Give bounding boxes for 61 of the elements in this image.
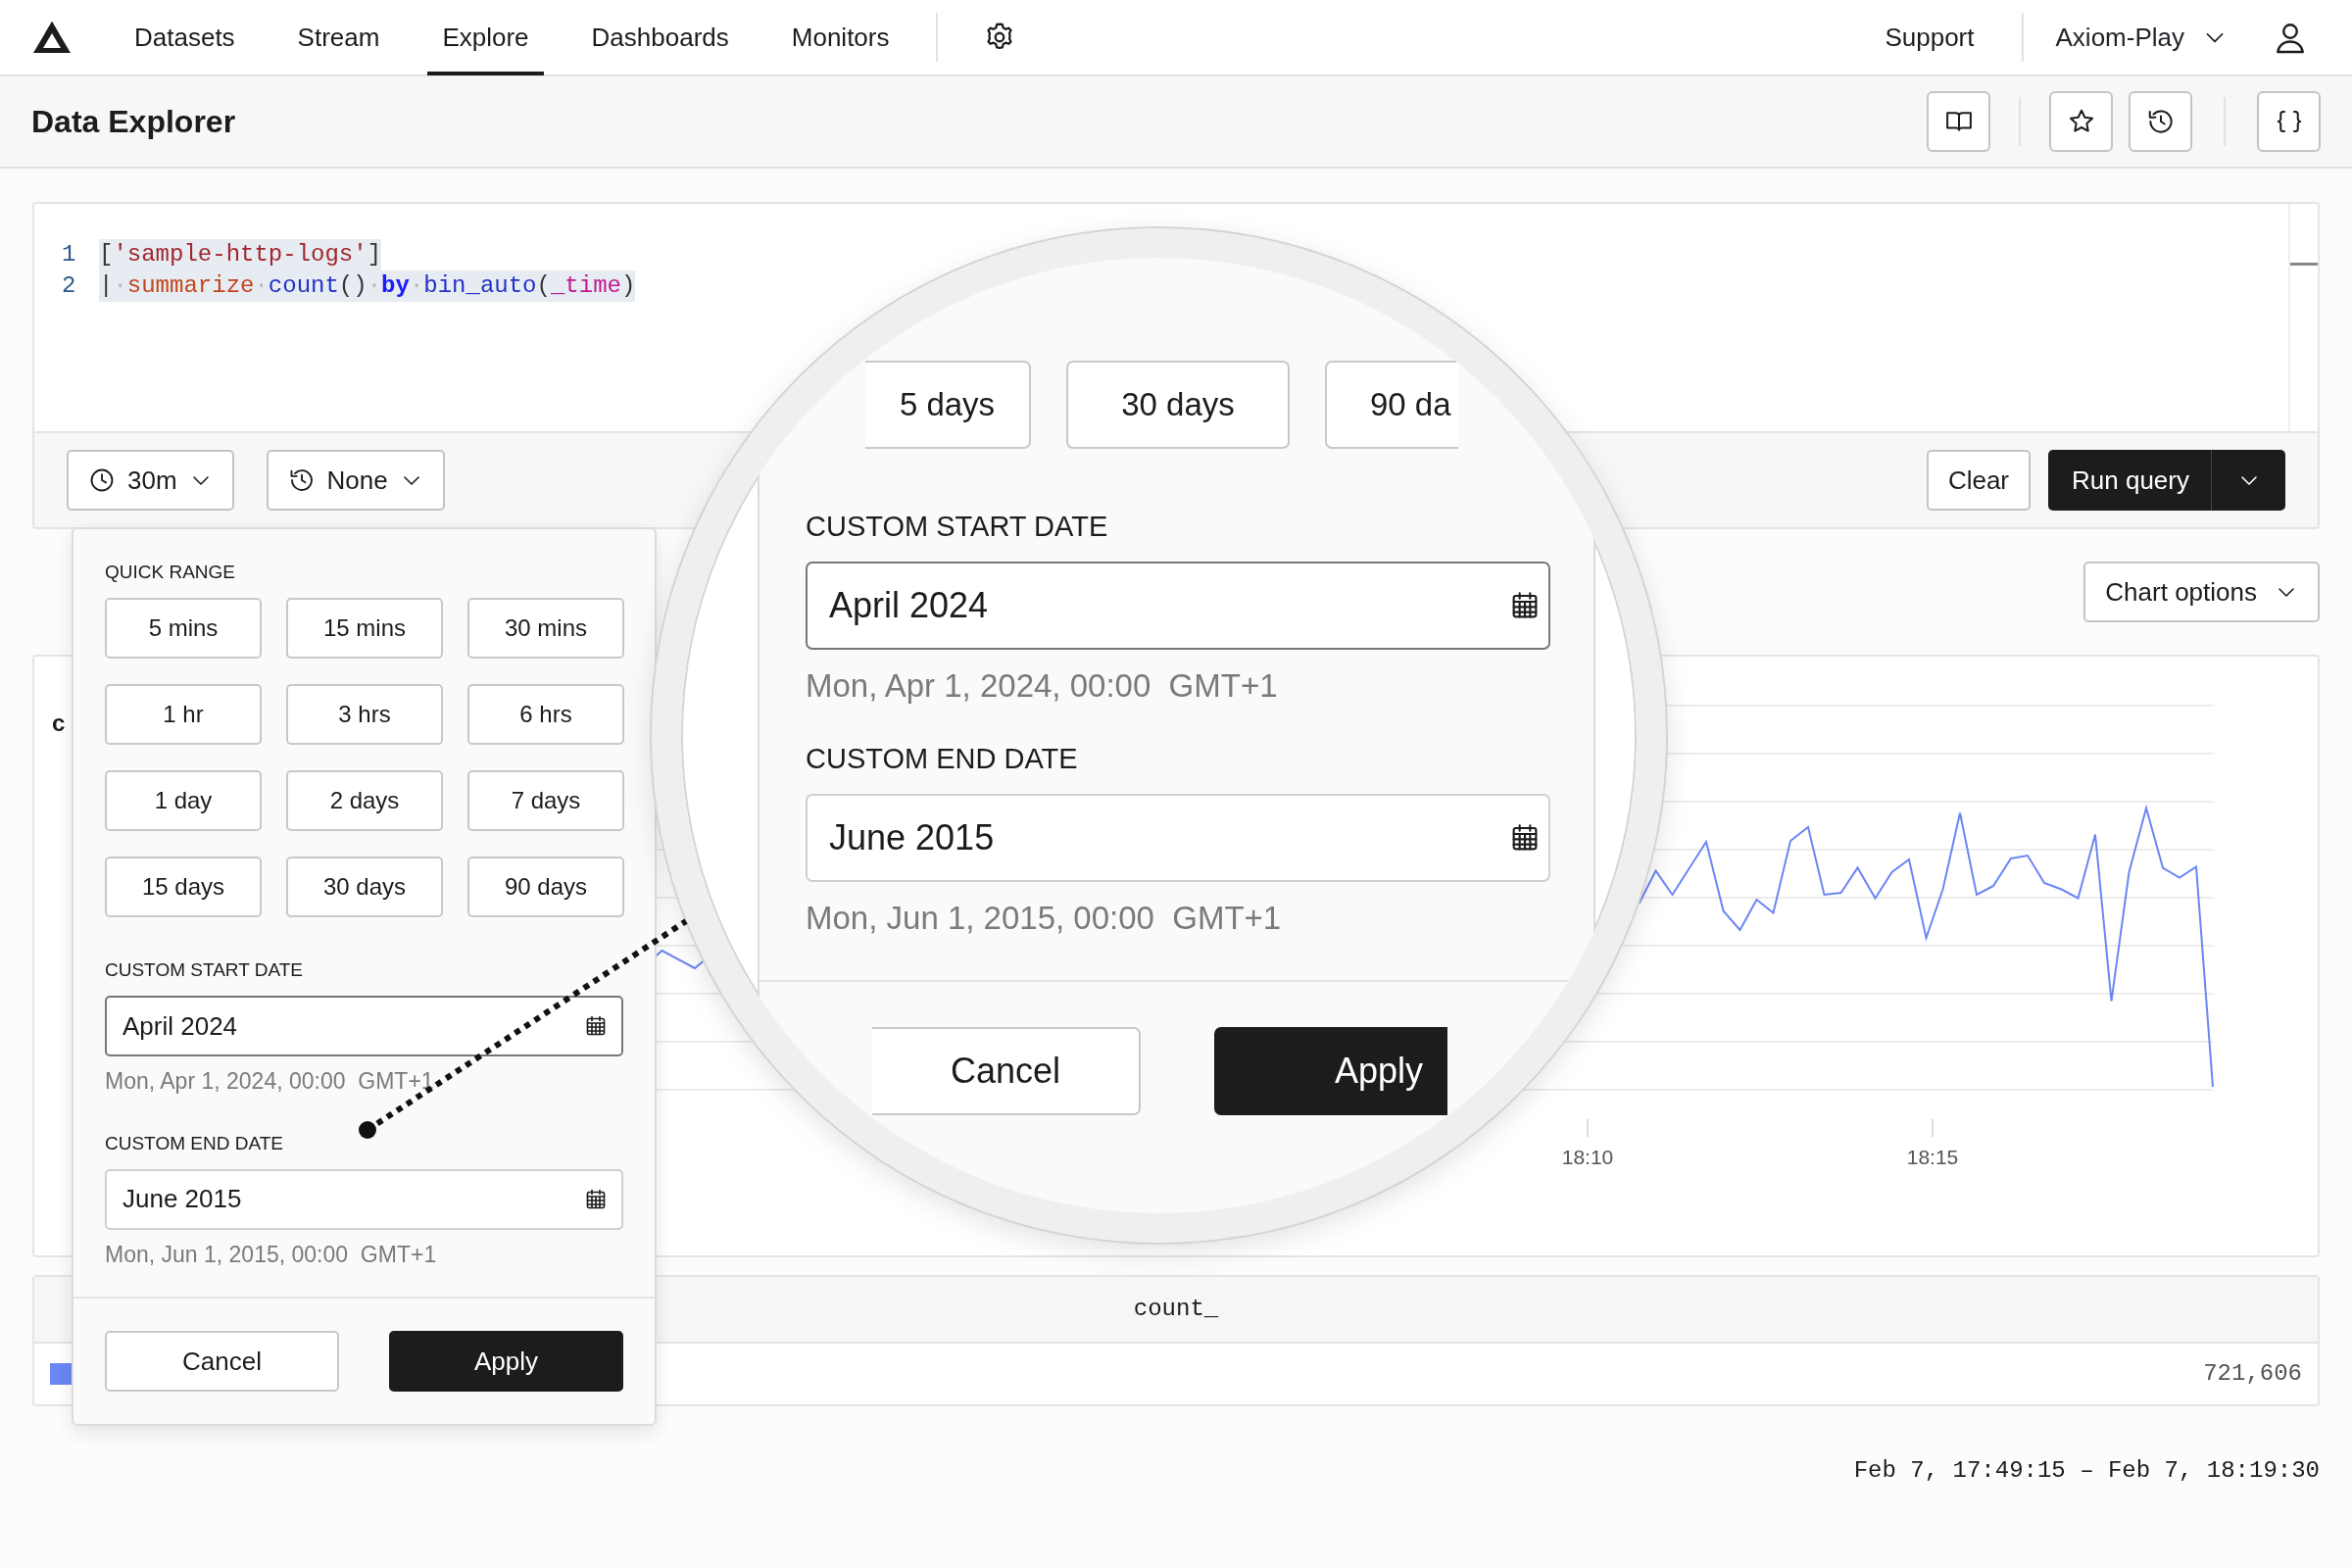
quick-range-button[interactable]: 2 days bbox=[286, 770, 443, 831]
column-header: count_ bbox=[1133, 1295, 1219, 1324]
time-range-text: Feb 7, 17:49:15 – Feb 7, 18:19:30 bbox=[1852, 1456, 2320, 1486]
page-title: Data Explorer bbox=[31, 103, 236, 141]
date-field[interactable]: April 2024 bbox=[105, 996, 623, 1056]
chart-options-dropdown[interactable]: Chart options bbox=[2083, 562, 2320, 622]
date-hint: Mon, Jun 1, 2015, 00:00 GMT+1 bbox=[105, 1240, 438, 1269]
support-link[interactable]: Support bbox=[1870, 0, 1989, 75]
run-query-button[interactable]: Run query bbox=[2048, 450, 2285, 511]
chart-title: c bbox=[52, 709, 66, 738]
date-field[interactable]: June 2015 bbox=[105, 1168, 623, 1230]
quick-range-button[interactable]: 15 mins bbox=[286, 598, 443, 659]
field-label: CUSTOM END DATE bbox=[105, 1131, 284, 1155]
date-field[interactable]: April 2024 bbox=[806, 562, 1550, 650]
date-field[interactable]: June 2015 bbox=[806, 794, 1550, 882]
section-label: QUICK RANGE bbox=[105, 561, 237, 584]
apply-button[interactable]: Apply bbox=[389, 1331, 623, 1392]
calendar-icon bbox=[584, 1014, 608, 1038]
history-button[interactable] bbox=[2129, 91, 2192, 152]
field-label: CUSTOM START DATE bbox=[105, 958, 304, 982]
line-number: 2 bbox=[62, 271, 77, 301]
quick-range-button[interactable]: 15 days bbox=[105, 857, 262, 917]
quick-range-button[interactable]: 5 mins bbox=[105, 598, 262, 659]
quick-range-button[interactable]: 30 days bbox=[286, 857, 443, 917]
cancel-button[interactable]: Cancel bbox=[872, 1027, 1141, 1115]
quick-range-button[interactable]: 7 days bbox=[467, 770, 624, 831]
cancel-button[interactable]: Cancel bbox=[105, 1331, 339, 1392]
nav-tab[interactable]: Datasets bbox=[120, 0, 250, 75]
field-label: CUSTOM START DATE bbox=[806, 510, 1108, 543]
nav-tab[interactable]: Dashboards bbox=[576, 0, 744, 75]
quick-range-button[interactable]: 90 days bbox=[467, 857, 624, 917]
axis-label: 18:10 bbox=[1561, 1145, 1614, 1170]
logo-icon[interactable] bbox=[32, 21, 72, 54]
time-range-dropdown[interactable]: 30m bbox=[67, 450, 234, 511]
line-number: 1 bbox=[62, 240, 77, 270]
workspace-dropdown[interactable]: Axiom-Play bbox=[2055, 18, 2228, 57]
clear-button[interactable]: Clear bbox=[1926, 450, 2032, 511]
apply-button[interactable]: Apply bbox=[1214, 1027, 1447, 1115]
calendar-icon bbox=[584, 1187, 608, 1211]
compare-dropdown[interactable]: None bbox=[266, 450, 445, 511]
quick-range-button[interactable]: 30 mins bbox=[467, 598, 624, 659]
nav-tab[interactable]: Monitors bbox=[776, 0, 905, 75]
quick-range-button[interactable]: 6 hrs bbox=[467, 684, 624, 745]
nav-tab[interactable]: Stream bbox=[282, 0, 395, 75]
scrollbar-thumb[interactable] bbox=[2290, 263, 2318, 266]
docs-button[interactable] bbox=[1927, 91, 1990, 152]
star-button[interactable] bbox=[2049, 91, 2113, 152]
field-label: CUSTOM END DATE bbox=[806, 742, 1078, 775]
date-hint: Mon, Apr 1, 2024, 00:00 GMT+1 bbox=[105, 1067, 435, 1096]
quick-range-button[interactable]: 3 hrs bbox=[286, 684, 443, 745]
braces-button[interactable] bbox=[2257, 91, 2321, 152]
clock-icon bbox=[88, 466, 116, 494]
date-hint: Mon, Jun 1, 2015, 00:00 GMT+1 bbox=[806, 899, 1282, 938]
quick-range-button[interactable]: 1 day bbox=[105, 770, 262, 831]
quick-range-button[interactable]: 90 da bbox=[1325, 361, 1458, 449]
quick-range-button[interactable]: 5 days bbox=[865, 361, 1031, 449]
quick-range-button[interactable]: 1 hr bbox=[105, 684, 262, 745]
table-cell-text: 721,606 bbox=[2203, 1359, 2302, 1389]
axis-label: 18:15 bbox=[1906, 1145, 1959, 1170]
date-hint: Mon, Apr 1, 2024, 00:00 GMT+1 bbox=[806, 666, 1278, 706]
quick-range-button[interactable]: 30 days bbox=[1066, 361, 1290, 449]
